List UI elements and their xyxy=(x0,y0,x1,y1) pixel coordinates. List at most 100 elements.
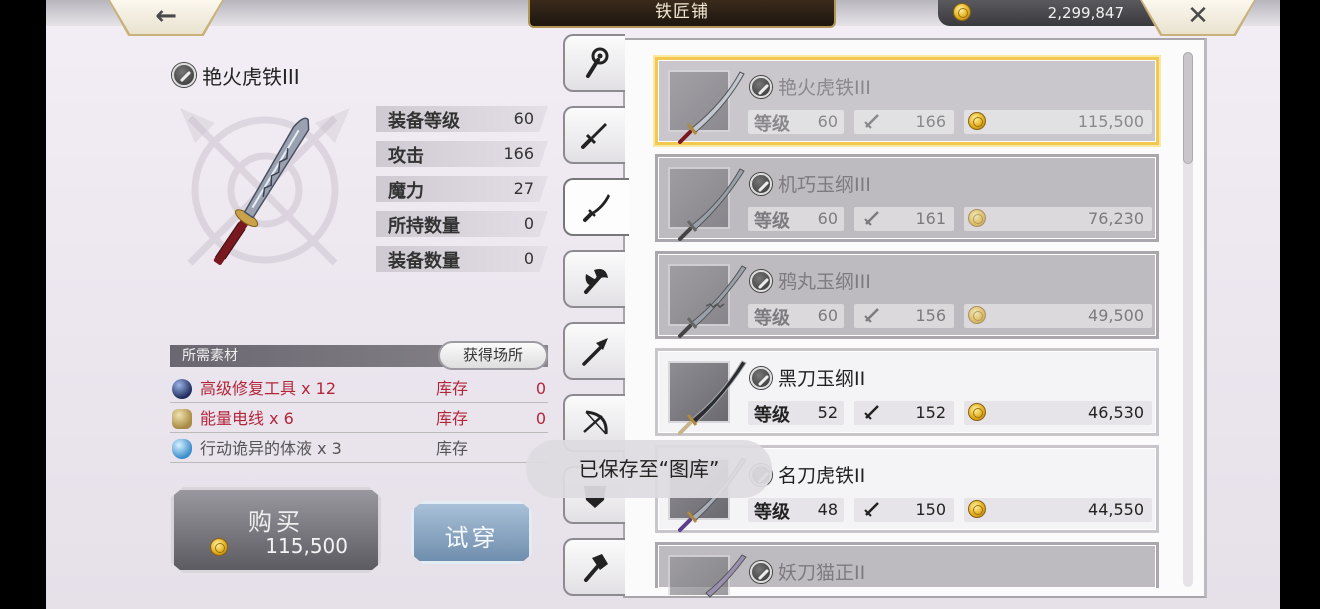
stat-value: 60 xyxy=(513,109,534,128)
weapon-card[interactable]: 机巧玉纲III 等级 60 161 76,230 xyxy=(655,154,1159,242)
item-name: 艳火虎铁III xyxy=(202,64,300,89)
attack-value: 150 xyxy=(915,500,946,519)
attack-icon xyxy=(864,308,879,323)
staff-icon xyxy=(586,47,609,78)
price-pill: 46,530 xyxy=(964,401,1152,425)
buy-price: 115,500 xyxy=(265,534,348,558)
weapon-name-row: 鸦丸玉纲III xyxy=(750,267,871,294)
material-row[interactable]: 行动诡异的体液 x 3 库存 xyxy=(170,435,548,463)
coin-icon xyxy=(968,403,986,421)
stat-row-equipped: 装备数量 0 xyxy=(376,246,548,272)
currency-display: 2,299,847 xyxy=(938,0,1168,26)
level-value: 60 xyxy=(817,112,838,131)
level-pill: 等级 60 xyxy=(748,110,844,135)
axe-icon xyxy=(584,269,608,294)
katana-category-icon xyxy=(750,560,772,583)
katana-category-icon xyxy=(750,269,772,292)
weapon-card[interactable]: 妖刀猫正II xyxy=(655,542,1159,598)
stat-row-level: 装备等级 60 xyxy=(376,106,548,132)
stat-value: 27 xyxy=(513,179,534,198)
obtain-location-button[interactable]: 获得场所 xyxy=(438,341,548,370)
weapon-card[interactable]: 黑刀玉纲II 等级 52 152 46,530 xyxy=(655,348,1159,436)
katana-category-icon xyxy=(172,63,196,87)
price-pill: 115,500 xyxy=(964,110,1152,134)
tab-hammer[interactable] xyxy=(563,538,625,596)
weapon-name: 黑刀玉纲II xyxy=(778,368,866,390)
weapon-name: 机巧玉纲III xyxy=(778,174,871,196)
weapon-card[interactable]: 艳火虎铁III 等级 60 166 115,500 xyxy=(655,57,1159,145)
stat-value: 0 xyxy=(523,214,534,233)
stock-count: 0 xyxy=(535,409,546,428)
weapon-image xyxy=(678,168,745,241)
level-label: 等级 xyxy=(754,405,790,426)
stat-label: 所持数量 xyxy=(388,216,460,237)
repair-tool-icon xyxy=(172,379,192,399)
level-label: 等级 xyxy=(754,114,790,135)
price-value: 46,530 xyxy=(1088,403,1144,422)
attack-value: 156 xyxy=(915,306,946,325)
stat-value: 0 xyxy=(523,249,534,268)
level-pill: 等级 60 xyxy=(748,207,844,232)
level-label: 等级 xyxy=(754,211,790,232)
weapon-image xyxy=(678,265,747,338)
material-row[interactable]: 能量电线 x 6 库存 0 xyxy=(170,405,548,433)
price-pill: 44,550 xyxy=(964,498,1152,522)
attack-pill: 166 xyxy=(854,110,954,134)
flask-icon xyxy=(172,439,192,459)
buy-button[interactable]: 购买 115,500 xyxy=(171,487,381,573)
close-button[interactable]: ✕ xyxy=(1139,0,1257,36)
katana-icon xyxy=(583,194,610,222)
stat-row-owned: 所持数量 0 xyxy=(376,211,548,237)
price-pill: 76,230 xyxy=(964,207,1152,231)
weapon-image xyxy=(678,71,745,144)
attack-icon xyxy=(864,114,879,129)
price-value: 115,500 xyxy=(1077,112,1144,131)
tab-katana[interactable] xyxy=(563,178,629,236)
stock-count: 0 xyxy=(535,379,546,398)
coin-icon xyxy=(953,3,971,21)
price-value: 44,550 xyxy=(1088,500,1144,519)
coin-icon xyxy=(968,500,986,518)
attack-pill: 150 xyxy=(854,498,954,522)
bow-icon xyxy=(583,410,608,435)
level-value: 48 xyxy=(817,500,838,519)
cable-icon xyxy=(172,409,192,429)
toast-message: 已保存至“图库” xyxy=(526,440,772,498)
spear-icon xyxy=(582,338,608,366)
stat-row-attack: 攻击 166 xyxy=(376,141,548,167)
weapon-name-row: 妖刀猫正II xyxy=(750,558,865,585)
level-label: 等级 xyxy=(754,308,790,329)
weapon-name-row: 艳火虎铁III xyxy=(750,73,871,100)
weapon-name: 艳火虎铁III xyxy=(778,77,871,99)
tab-axe[interactable] xyxy=(563,250,625,308)
level-pill: 等级 52 xyxy=(748,401,844,426)
attack-icon xyxy=(864,211,879,226)
try-on-label: 试穿 xyxy=(444,524,499,552)
tab-sword[interactable] xyxy=(563,106,625,164)
stock-label: 库存 xyxy=(436,439,469,458)
stat-value: 166 xyxy=(503,144,534,163)
stock-label: 库存 xyxy=(436,379,469,398)
tab-staff[interactable] xyxy=(563,34,625,92)
level-pill: 等级 60 xyxy=(748,304,844,329)
back-button[interactable]: ← xyxy=(107,0,225,36)
attack-pill: 156 xyxy=(854,304,954,328)
try-on-button[interactable]: 试穿 xyxy=(411,501,532,564)
buy-label: 购买 xyxy=(248,508,304,536)
weapon-preview-image xyxy=(180,108,350,266)
page-title: 铁匠铺 xyxy=(528,0,836,28)
attack-icon xyxy=(864,502,879,517)
scrollbar-thumb[interactable] xyxy=(1183,52,1193,164)
material-name: 能量电线 x 6 xyxy=(200,409,294,428)
weapon-name-row: 机巧玉纲III xyxy=(750,170,871,197)
price-value: 76,230 xyxy=(1088,209,1144,228)
tab-spear[interactable] xyxy=(563,322,625,380)
weapon-card[interactable]: 鸦丸玉纲III 等级 60 156 49,500 xyxy=(655,251,1159,339)
coin-icon xyxy=(968,306,986,324)
material-row[interactable]: 高级修复工具 x 12 库存 0 xyxy=(170,375,548,403)
weapon-name: 妖刀猫正II xyxy=(778,562,866,584)
attack-pill: 161 xyxy=(854,207,954,231)
katana-category-icon xyxy=(750,366,772,389)
price-value: 49,500 xyxy=(1088,306,1144,325)
coin-icon xyxy=(210,538,228,556)
